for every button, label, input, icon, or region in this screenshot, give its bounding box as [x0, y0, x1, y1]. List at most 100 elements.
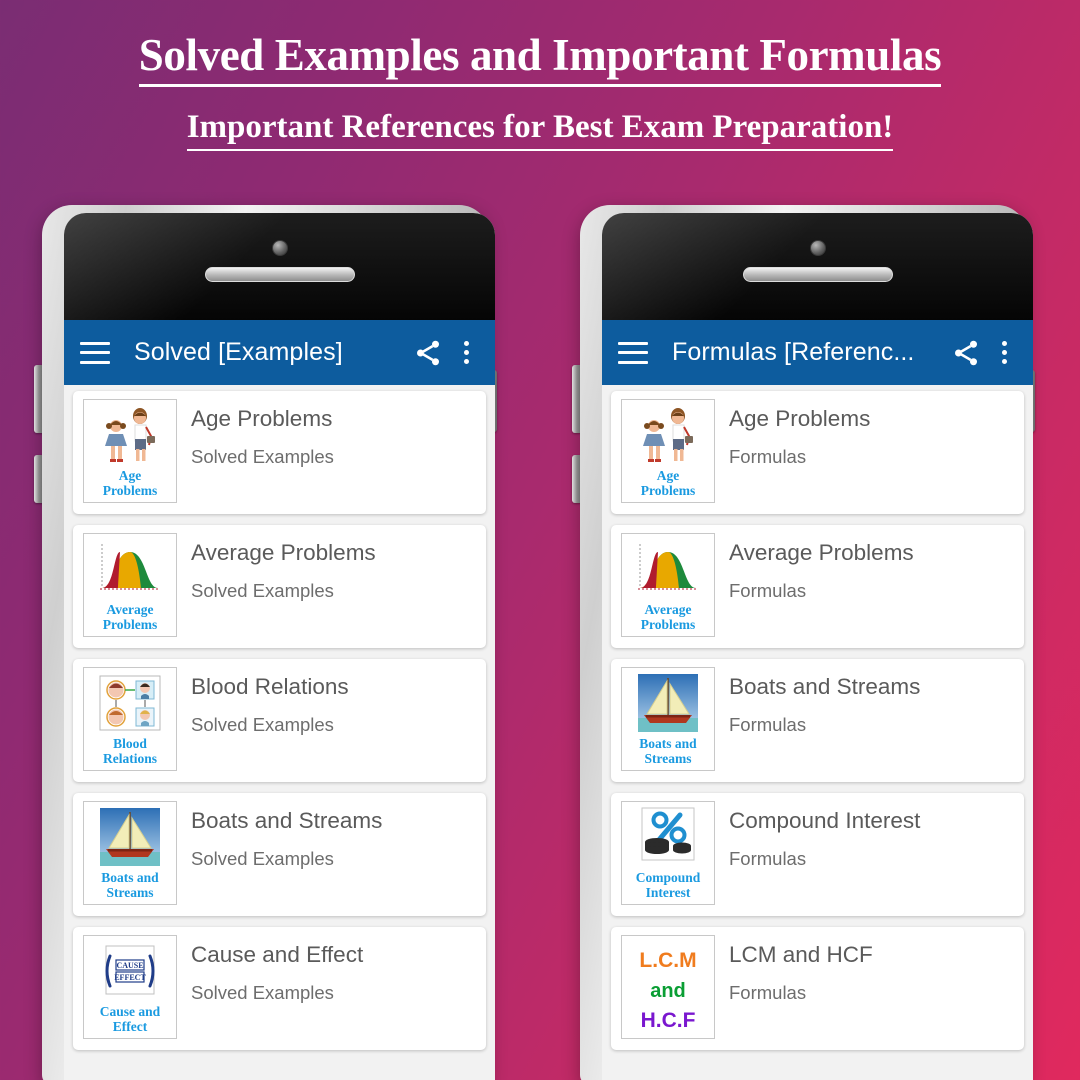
svg-text:L.C.M: L.C.M [639, 949, 696, 972]
list-item-subtitle: Solved Examples [191, 848, 334, 869]
list-item-text: Boats and Streams Solved Examples [177, 801, 382, 870]
thumbnail-caption: Cause and Effect [98, 1004, 162, 1034]
thumbnail-caption-line: Problems [640, 483, 696, 499]
phone-screen: Formulas [Referenc... Age Problems Age P… [602, 213, 1033, 1080]
list-item-subtitle: Solved Examples [191, 446, 334, 467]
more-vertical-icon[interactable] [991, 339, 1017, 367]
svg-text:H.C.F: H.C.F [641, 1009, 696, 1031]
thumbnail-caption-line: Streams [644, 751, 692, 767]
list-item-title: Compound Interest [729, 808, 921, 833]
thumbnail: Average Problems [621, 533, 715, 637]
thumbnail-caption-line: Effect [112, 1019, 148, 1035]
list-item[interactable]: Boats and Streams Boats and Streams Solve… [73, 793, 486, 916]
list-item[interactable]: Average Problems Average Problems Solved … [73, 525, 486, 648]
list-item-subtitle: Formulas [729, 580, 807, 601]
phone-frame: Formulas [Referenc... Age Problems Age P… [580, 205, 1033, 1080]
thumbnail-caption-line: Age [118, 468, 142, 483]
thumbnail: Blood Relations [83, 667, 177, 771]
list-item-text: Compound Interest Formulas [715, 801, 920, 870]
list-item-title: LCM and HCF [729, 942, 873, 967]
app-bar-title: Solved [Examples] [134, 338, 343, 366]
page-subtitle: Important References for Best Exam Prepa… [186, 109, 894, 152]
earpiece-speaker [204, 267, 355, 282]
thumbnail-caption-line: Blood [113, 736, 147, 751]
app-bar-title: Formulas [Referenc... [672, 338, 915, 366]
list-item[interactable]: Blood Relations Blood Relations Solved Ex… [73, 659, 486, 782]
thumbnail-caption-line: Average [106, 602, 154, 617]
svg-text:CAUSE: CAUSE [116, 961, 143, 970]
list-item-text: Average Problems Formulas [715, 533, 914, 602]
app-bar: Formulas [Referenc... [602, 320, 1033, 385]
page-title: Solved Examples and Important Formulas [138, 30, 942, 88]
thumbnail-caption-line: Age [656, 468, 680, 483]
compound-icon [632, 806, 704, 868]
thumbnail-caption-line: Boats and [639, 736, 697, 751]
thumbnail: Boats and Streams [621, 667, 715, 771]
thumbnail-caption-line: Boats and [101, 870, 159, 885]
phone-mockup-2: Formulas [Referenc... Age Problems Age P… [566, 205, 1041, 1080]
thumbnail-caption: Compound Interest [634, 870, 703, 900]
more-vertical-icon[interactable] [453, 339, 479, 367]
thumbnail-caption: Boats and Streams [637, 736, 698, 766]
hamburger-menu-icon[interactable] [618, 341, 648, 364]
list-item[interactable]: Age Problems Age Problems Solved Examples [73, 391, 486, 514]
list-item[interactable]: L.C.M and H.C.F LCM and HCF Formulas [611, 927, 1024, 1050]
lcm-icon: L.C.M and H.C.F [630, 940, 706, 1036]
list-item-title: Age Problems [729, 406, 871, 431]
thumbnail: CAUSE EFFECT Cause and Effect [83, 935, 177, 1039]
list-item-subtitle: Solved Examples [191, 982, 334, 1003]
list-item-text: Cause and Effect Solved Examples [177, 935, 363, 1004]
thumbnail-caption-line: Streams [106, 885, 154, 901]
phone-mockup-1: Solved [Examples] Age Problems Age Probl… [28, 205, 503, 1080]
thumbnail: Age Problems [83, 399, 177, 503]
cause-icon: CAUSE EFFECT [94, 940, 166, 1002]
thumbnail-caption: Age Problems [101, 468, 160, 498]
thumbnail: Compound Interest [621, 801, 715, 905]
phone-frame: Solved [Examples] Age Problems Age Probl… [42, 205, 495, 1080]
topic-list[interactable]: Age Problems Age Problems Solved Examples… [64, 385, 495, 1080]
headings-block: Solved Examples and Important Formulas I… [0, 0, 1080, 152]
list-item-subtitle: Formulas [729, 446, 807, 467]
list-item-text: Age Problems Formulas [715, 399, 870, 468]
share-icon[interactable] [951, 338, 981, 368]
earpiece-speaker [742, 267, 893, 282]
age-icon [94, 404, 166, 466]
list-item[interactable]: Compound Interest Compound Interest Formu… [611, 793, 1024, 916]
list-item-text: Boats and Streams Formulas [715, 667, 920, 736]
thumbnail-caption: Blood Relations [101, 736, 159, 766]
svg-text:and: and [650, 980, 686, 1002]
thumbnail: L.C.M and H.C.F [621, 935, 715, 1039]
thumbnail-caption-line: Problems [102, 617, 158, 633]
thumbnail-caption: Age Problems [639, 468, 698, 498]
list-item-text: LCM and HCF Formulas [715, 935, 873, 1004]
list-item-title: Boats and Streams [191, 808, 383, 833]
list-item[interactable]: Age Problems Age Problems Formulas [611, 391, 1024, 514]
boat-icon [632, 672, 704, 734]
list-item-subtitle: Formulas [729, 714, 807, 735]
list-item[interactable]: CAUSE EFFECT Cause and Effect Cause and E… [73, 927, 486, 1050]
list-item-subtitle: Formulas [729, 848, 807, 869]
thumbnail-caption-line: Cause and [99, 1004, 161, 1019]
thumbnail-caption-line: Average [644, 602, 692, 617]
list-item-title: Blood Relations [191, 674, 349, 699]
list-item-subtitle: Formulas [729, 982, 807, 1003]
topic-list[interactable]: Age Problems Age Problems Formulas Averag… [602, 385, 1033, 1080]
thumbnail-caption-line: Problems [640, 617, 696, 633]
share-icon[interactable] [413, 338, 443, 368]
boat-icon [94, 806, 166, 868]
thumbnail: Average Problems [83, 533, 177, 637]
list-item[interactable]: Boats and Streams Boats and Streams Formu… [611, 659, 1024, 782]
thumbnail-caption: Average Problems [639, 602, 698, 632]
age-icon [632, 404, 704, 466]
phone-top-bezel [64, 213, 495, 320]
list-item-title: Cause and Effect [191, 942, 364, 967]
thumbnail: Boats and Streams [83, 801, 177, 905]
phone-top-bezel [602, 213, 1033, 320]
average-icon [94, 538, 166, 600]
list-item-title: Average Problems [729, 540, 914, 565]
hamburger-menu-icon[interactable] [80, 341, 110, 364]
svg-text:EFFECT: EFFECT [114, 973, 146, 982]
list-item[interactable]: Average Problems Average Problems Formula… [611, 525, 1024, 648]
thumbnail-caption-line: Interest [645, 885, 691, 901]
thumbnail-caption-line: Problems [102, 483, 158, 499]
